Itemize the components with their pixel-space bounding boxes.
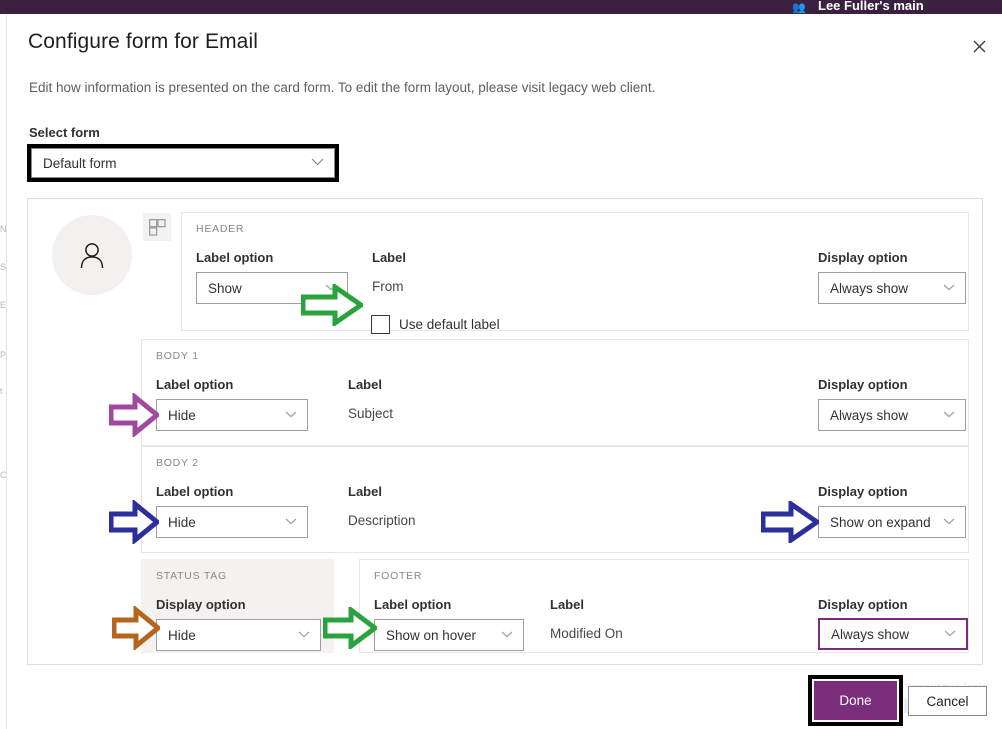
section-body1: BODY 1 Label option Hide Label Subject D… [141, 339, 969, 446]
footer-label-label: Label [550, 597, 584, 612]
arrow-body1-label-option [108, 391, 161, 442]
ghost-text-5: t [0, 386, 3, 396]
body2-display-option-dropdown[interactable]: Show on expand [818, 506, 966, 538]
chevron-down-icon [298, 630, 320, 641]
section-header: HEADER Label option Show Label From Use … [181, 212, 969, 334]
chevron-down-icon [285, 410, 307, 421]
app-left-divider [6, 14, 7, 729]
ghost-text-1: N [0, 224, 6, 234]
select-form-label: Select form [29, 125, 100, 140]
ghost-text-2: S [0, 262, 6, 272]
body1-display-option-label: Display option [818, 377, 908, 392]
header-use-default-label-checkbox[interactable]: Use default label [371, 315, 500, 334]
section-status-tag-title: STATUS TAG [156, 570, 227, 582]
footer-label-value: Modified On [550, 626, 623, 641]
status-tag-display-option-label: Display option [156, 597, 246, 612]
avatar [52, 215, 132, 295]
chevron-down-icon [501, 630, 523, 641]
select-form-dropdown[interactable]: Default form [31, 148, 335, 178]
close-icon[interactable] [963, 30, 995, 62]
section-status-tag: STATUS TAG Display option Hide [141, 559, 334, 653]
footer-label-option-label: Label option [374, 597, 452, 612]
section-body1-title: BODY 1 [156, 350, 199, 362]
section-footer: FOOTER Label option Show on hover Label … [359, 559, 969, 653]
status-tag-display-option-dropdown[interactable]: Hide [156, 619, 321, 651]
body1-label-option-label: Label option [156, 377, 234, 392]
body2-display-option-label: Display option [818, 484, 908, 499]
header-label-value: From [372, 279, 404, 294]
done-button[interactable]: Done [814, 681, 897, 720]
chevron-down-icon [285, 517, 307, 528]
people-icon: 👥 [792, 2, 806, 14]
layout-grid-icon[interactable] [143, 213, 171, 241]
app-breadcrumb: Lee Fuller's main [818, 0, 924, 13]
chevron-down-icon [943, 517, 965, 528]
ghost-text-3: E [0, 300, 6, 310]
header-label-option-label: Label option [196, 250, 274, 265]
section-body2-title: BODY 2 [156, 457, 199, 469]
body1-label-option-dropdown[interactable]: Hide [156, 399, 308, 431]
dialog-subtitle: Edit how information is presented on the… [29, 80, 656, 95]
ghost-text-4: P [0, 350, 6, 360]
section-header-title: HEADER [196, 223, 245, 235]
header-display-option-label: Display option [818, 250, 908, 265]
status-tag-display-option-value: Hide [168, 627, 196, 643]
header-display-option-dropdown[interactable]: Always show [818, 272, 966, 304]
body2-label-value: Description [348, 513, 416, 528]
chevron-down-icon [944, 629, 966, 640]
chevron-down-icon [943, 283, 965, 294]
app-top-bar: 👥 Lee Fuller's main [0, 0, 1002, 14]
chevron-down-icon [311, 158, 334, 169]
footer-display-option-dropdown[interactable]: Always show [818, 618, 968, 650]
footer-label-option-value: Show on hover [386, 627, 477, 643]
body2-label-option-label: Label option [156, 484, 234, 499]
body2-label-label: Label [348, 484, 382, 499]
checkbox-box [371, 315, 390, 334]
footer-display-option-value: Always show [831, 626, 910, 642]
configure-form-dialog: Configure form for Email Edit how inform… [8, 14, 1002, 729]
header-label-label: Label [372, 250, 406, 265]
body2-label-option-dropdown[interactable]: Hide [156, 506, 308, 538]
cancel-button[interactable]: Cancel [908, 686, 987, 716]
arrow-body2-label-option [108, 498, 161, 549]
section-body2: BODY 2 Label option Hide Label Descripti… [141, 446, 969, 553]
body1-label-value: Subject [348, 406, 394, 421]
select-form-value: Default form [43, 155, 117, 171]
page-title: Configure form for Email [28, 30, 258, 53]
body2-display-option-value: Show on expand [830, 514, 931, 530]
body1-label-option-value: Hide [168, 407, 196, 423]
arrow-footer-label-option [322, 605, 380, 654]
header-display-option-value: Always show [830, 280, 909, 296]
arrow-status-tag-display-option [111, 604, 162, 655]
person-icon [80, 243, 104, 269]
body1-display-option-dropdown[interactable]: Always show [818, 399, 966, 431]
ghost-text-6: C [0, 470, 6, 480]
arrow-header-checkbox [300, 282, 366, 331]
app-left-edge: N S E P t C [0, 14, 8, 729]
footer-display-option-label: Display option [818, 597, 908, 612]
body1-display-option-value: Always show [830, 407, 909, 423]
body1-label-label: Label [348, 377, 382, 392]
section-footer-title: FOOTER [374, 570, 423, 582]
body2-label-option-value: Hide [168, 514, 196, 530]
arrow-body2-display-option [760, 499, 822, 548]
header-checkbox-label: Use default label [399, 317, 500, 332]
chevron-down-icon [943, 410, 965, 421]
card-form-preview: HEADER Label option Show Label From Use … [27, 198, 983, 665]
footer-label-option-dropdown[interactable]: Show on hover [374, 619, 524, 651]
